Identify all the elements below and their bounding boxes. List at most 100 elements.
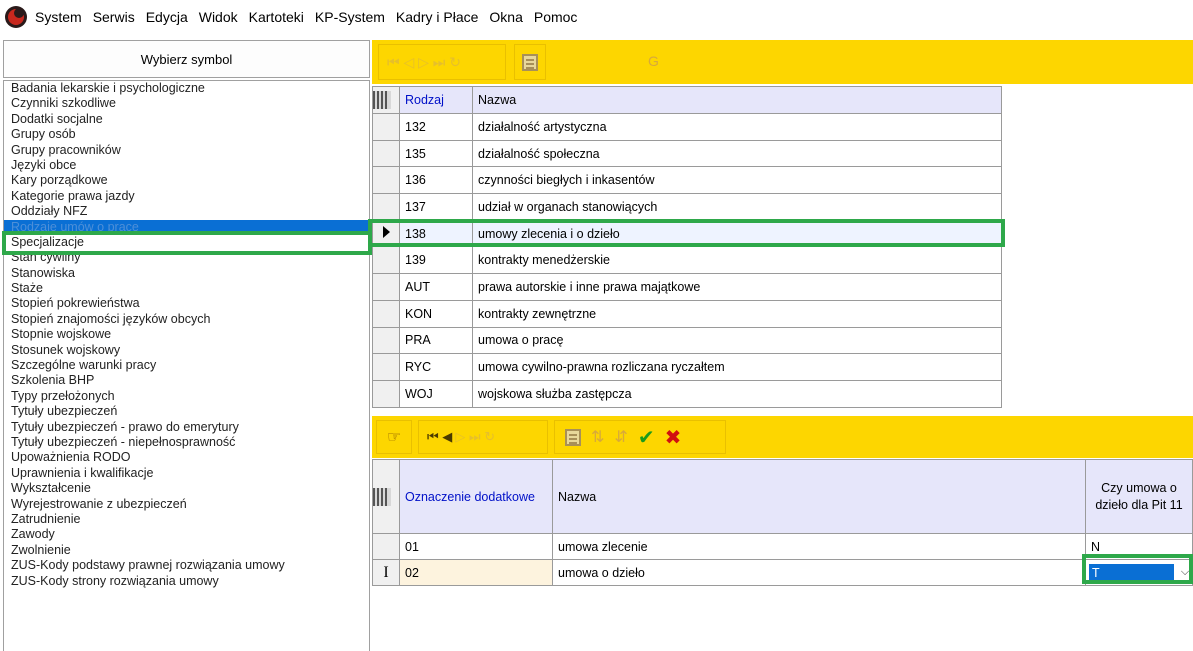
cell-nazwa[interactable]: umowy zlecenia i o dzieło [472, 219, 1002, 248]
symbol-list-item[interactable]: Grupy pracowników [4, 143, 369, 158]
symbol-list-item[interactable]: Specjalizacje [4, 235, 369, 250]
symbol-list-item[interactable]: Stopień znajomości języków obcych [4, 312, 369, 327]
symbol-list-item[interactable]: Zwolnienie [4, 543, 369, 558]
table-row[interactable]: AUT prawa autorskie i inne prawa majątkow… [372, 273, 1002, 301]
symbol-list-item[interactable]: Staże [4, 281, 369, 296]
nav-next-last-refresh-icon[interactable]: ▷ ⏭ ↻ [455, 429, 495, 445]
document-icon[interactable] [565, 428, 581, 446]
symbol-list-item[interactable]: ZUS-Kody podstawy prawnej rozwiązania um… [4, 558, 369, 573]
cell-rodzaj[interactable]: 138 [399, 219, 473, 248]
cell-rodzaj[interactable]: 137 [399, 193, 473, 221]
menu-kartoteki[interactable]: Kartoteki [249, 9, 304, 25]
cell-nazwa[interactable]: działalność artystyczna [472, 113, 1002, 141]
menu-system[interactable]: System [35, 9, 82, 25]
table-row[interactable]: PRA umowa o pracę [372, 326, 1002, 355]
column-header-nazwa[interactable]: Nazwa [472, 86, 1002, 114]
app-logo-icon[interactable] [5, 6, 27, 28]
symbol-list-item[interactable]: ZUS-Kody strony rozwiązania umowy [4, 574, 369, 589]
menu-kp-system[interactable]: KP-System [315, 9, 385, 25]
table-row[interactable]: 136 czynności biegłych i inkasentów [372, 166, 1002, 195]
symbol-list-item[interactable]: Tytuły ubezpieczeń - niepełnosprawność [4, 435, 369, 450]
menu-okna[interactable]: Okna [489, 9, 522, 25]
symbol-list-item[interactable]: Badania lekarskie i psychologiczne [4, 81, 369, 96]
symbol-list-item[interactable]: Stopnie wojskowe [4, 327, 369, 342]
menu-widok[interactable]: Widok [199, 9, 238, 25]
menu-kadry-i-place[interactable]: Kadry i Płace [396, 9, 478, 25]
symbol-list-item[interactable]: Tytuły ubezpieczeń - prawo do emerytury [4, 420, 369, 435]
symbol-list-item[interactable]: Upoważnienia RODO [4, 450, 369, 465]
cell-oznaczenie[interactable]: 01 [399, 533, 553, 560]
symbol-list-item[interactable]: Zawody [4, 527, 369, 542]
cell-rodzaj[interactable]: AUT [399, 273, 473, 301]
table-row[interactable]: 137 udział w organach stanowiących [372, 193, 1002, 221]
details-grid-selector-icon[interactable] [372, 459, 400, 534]
symbol-list-item[interactable]: Szkolenia BHP [4, 373, 369, 388]
symbol-list-item[interactable]: Czynniki szkodliwe [4, 96, 369, 111]
accept-icon[interactable]: ✔ [638, 425, 655, 450]
table-row[interactable]: 138 umowy zlecenia i o dzieło [372, 219, 1002, 248]
symbol-list-item[interactable]: Rodzaje umów o pracę [4, 219, 369, 235]
column-header-oznaczenie[interactable]: Oznaczenie dodatkowe [399, 459, 553, 534]
cell-nazwa-detail[interactable]: umowa o dzieło [552, 559, 1086, 586]
table-row[interactable]: 01 umowa zlecenie N [372, 533, 1193, 560]
pit11-select-value[interactable]: T [1089, 563, 1174, 582]
cell-nazwa[interactable]: kontrakty menedżerskie [472, 246, 1002, 275]
table-row[interactable]: 132 działalność artystyczna [372, 113, 1002, 141]
cell-nazwa[interactable]: udział w organach stanowiących [472, 193, 1002, 221]
table-row[interactable]: RYC umowa cywilno-prawna rozliczana rycza… [372, 353, 1002, 381]
symbol-list-item[interactable]: Języki obce [4, 158, 369, 173]
sort-icon[interactable]: ⇅ [591, 427, 604, 447]
cell-rodzaj[interactable]: KON [399, 299, 473, 328]
cell-nazwa[interactable]: wojskowa służba zastępcza [472, 379, 1002, 408]
symbol-list-item[interactable]: Stopień pokrewieństwa [4, 296, 369, 311]
cell-rodzaj[interactable]: 136 [399, 166, 473, 195]
symbol-list-item[interactable]: Oddziały NFZ [4, 204, 369, 219]
symbol-list-item[interactable]: Grupy osób [4, 127, 369, 142]
menu-serwis[interactable]: Serwis [93, 9, 135, 25]
cell-nazwa[interactable]: czynności biegłych i inkasentów [472, 166, 1002, 195]
symbol-list-item[interactable]: Wykształcenie [4, 481, 369, 496]
cell-pit11[interactable]: N [1085, 533, 1193, 560]
cell-rodzaj[interactable]: 132 [399, 113, 473, 141]
column-header-rodzaj[interactable]: Rodzaj [399, 86, 473, 114]
symbol-list-item[interactable]: Dodatki socjalne [4, 112, 369, 127]
top-document-button[interactable] [514, 44, 546, 80]
symbol-list-item[interactable]: Tytuły ubezpieczeń [4, 404, 369, 419]
cell-pit11[interactable]: T ⌵ [1085, 559, 1193, 586]
pit11-select[interactable]: T ⌵ [1089, 563, 1192, 582]
symbol-list-item[interactable]: Kary porządkowe [4, 173, 369, 188]
symbol-list-item[interactable]: Zatrudnienie [4, 512, 369, 527]
column-header-pit11[interactable]: Czy umowa o dzieło dla Pit 11 [1085, 459, 1193, 534]
menu-edycja[interactable]: Edycja [146, 9, 188, 25]
symbol-list-item[interactable]: Szczególne warunki pracy [4, 358, 369, 373]
symbol-list[interactable]: Badania lekarskie i psychologiczne Czynni… [3, 80, 370, 651]
cell-nazwa[interactable]: umowa cywilno-prawna rozliczana ryczałte… [472, 353, 1002, 381]
filter-icon[interactable]: ⇵ [614, 427, 627, 447]
cell-oznaczenie[interactable]: 02 [399, 559, 553, 586]
cell-rodzaj[interactable]: 139 [399, 246, 473, 275]
cell-nazwa[interactable]: działalność społeczna [472, 139, 1002, 168]
symbol-list-item[interactable]: Stanowiska [4, 266, 369, 281]
bottom-navigator[interactable]: ⏮ ◀ ▷ ⏭ ↻ [418, 420, 548, 454]
table-row[interactable]: WOJ wojskowa służba zastępcza [372, 379, 1002, 408]
symbol-list-item[interactable]: Stan cywilny [4, 250, 369, 265]
cell-nazwa-detail[interactable]: umowa zlecenie [552, 533, 1086, 560]
symbol-list-item[interactable]: Typy przełożonych [4, 389, 369, 404]
top-navigator[interactable]: ⏮ ◁ ▷ ⏭ ↻ [378, 44, 506, 80]
cell-rodzaj[interactable]: PRA [399, 326, 473, 355]
cell-rodzaj[interactable]: WOJ [399, 379, 473, 408]
cancel-icon[interactable]: ✖ [665, 425, 682, 450]
grid-selector-icon[interactable] [372, 86, 400, 114]
table-row[interactable]: 135 działalność społeczna [372, 139, 1002, 168]
table-row[interactable]: KON kontrakty zewnętrzne [372, 299, 1002, 328]
cell-nazwa[interactable]: umowa o pracę [472, 326, 1002, 355]
menu-pomoc[interactable]: Pomoc [534, 9, 578, 25]
symbol-list-item[interactable]: Wyrejestrowanie z ubezpieczeń [4, 497, 369, 512]
table-row[interactable]: I 02 umowa o dzieło T ⌵ [372, 559, 1193, 586]
cell-nazwa[interactable]: kontrakty zewnętrzne [472, 299, 1002, 328]
pointer-hand-icon[interactable]: ☞ [376, 420, 412, 454]
column-header-nazwa-detail[interactable]: Nazwa [552, 459, 1086, 534]
nav-first-prev-icon[interactable]: ⏮ ◀ [427, 429, 452, 445]
symbol-list-item[interactable]: Kategorie prawa jazdy [4, 189, 369, 204]
cell-nazwa[interactable]: prawa autorskie i inne prawa majątkowe [472, 273, 1002, 301]
